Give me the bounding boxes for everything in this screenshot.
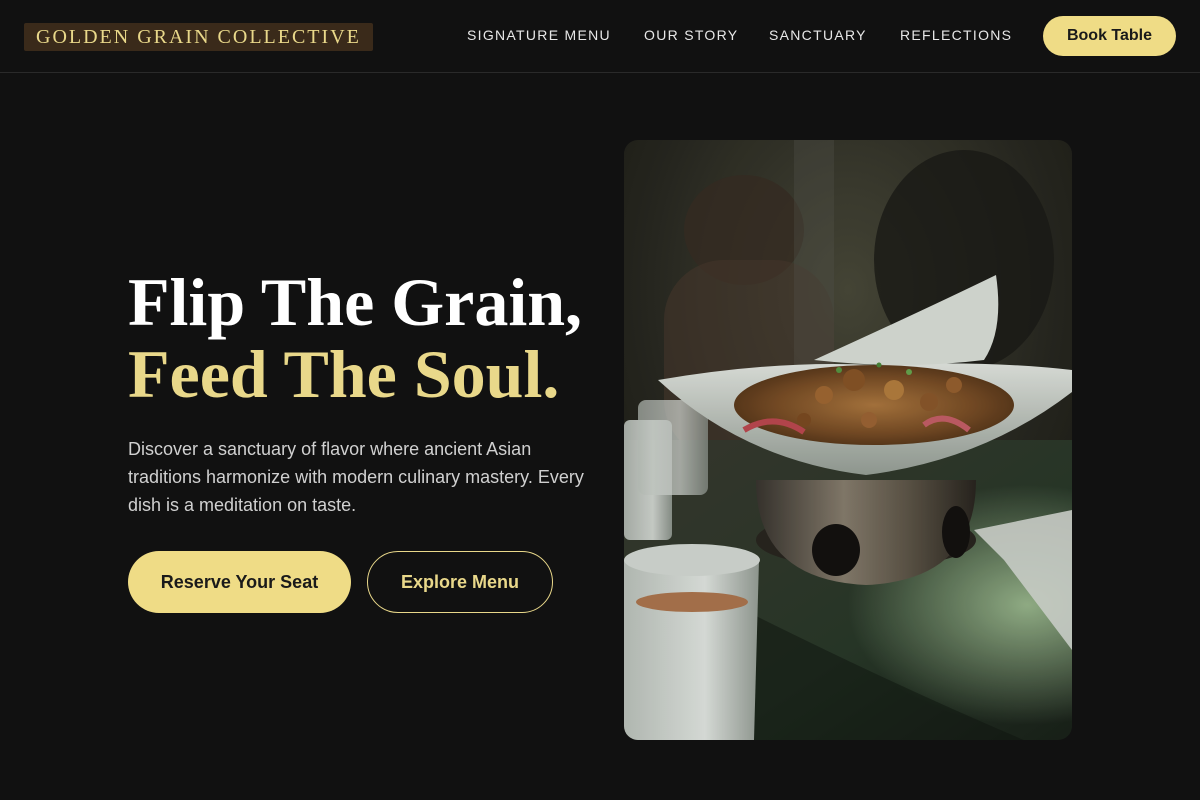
- explore-menu-button[interactable]: Explore Menu: [367, 551, 553, 613]
- nav-item-sanctuary[interactable]: SANCTUARY: [769, 26, 867, 44]
- hero-title-line-1: Flip The Grain,: [128, 264, 583, 340]
- book-table-button[interactable]: Book Table: [1043, 16, 1176, 56]
- hero-food-image: [624, 140, 1072, 740]
- hero-title-line-2: Feed The Soul.: [128, 336, 560, 412]
- site-header: GOLDEN GRAIN COLLECTIVE SIGNATURE MENU O…: [0, 0, 1200, 73]
- brand-logo[interactable]: GOLDEN GRAIN COLLECTIVE: [24, 23, 373, 51]
- hero-title: Flip The Grain, Feed The Soul.: [128, 266, 582, 410]
- nav-item-our-story[interactable]: OUR STORY: [644, 26, 738, 44]
- nav-item-signature-menu[interactable]: SIGNATURE MENU: [467, 26, 611, 44]
- nav-item-reflections[interactable]: REFLECTIONS: [900, 26, 1012, 44]
- food-photo: [624, 140, 1072, 740]
- hero-description: Discover a sanctuary of flavor where anc…: [128, 439, 584, 515]
- reserve-seat-button[interactable]: Reserve Your Seat: [128, 551, 351, 613]
